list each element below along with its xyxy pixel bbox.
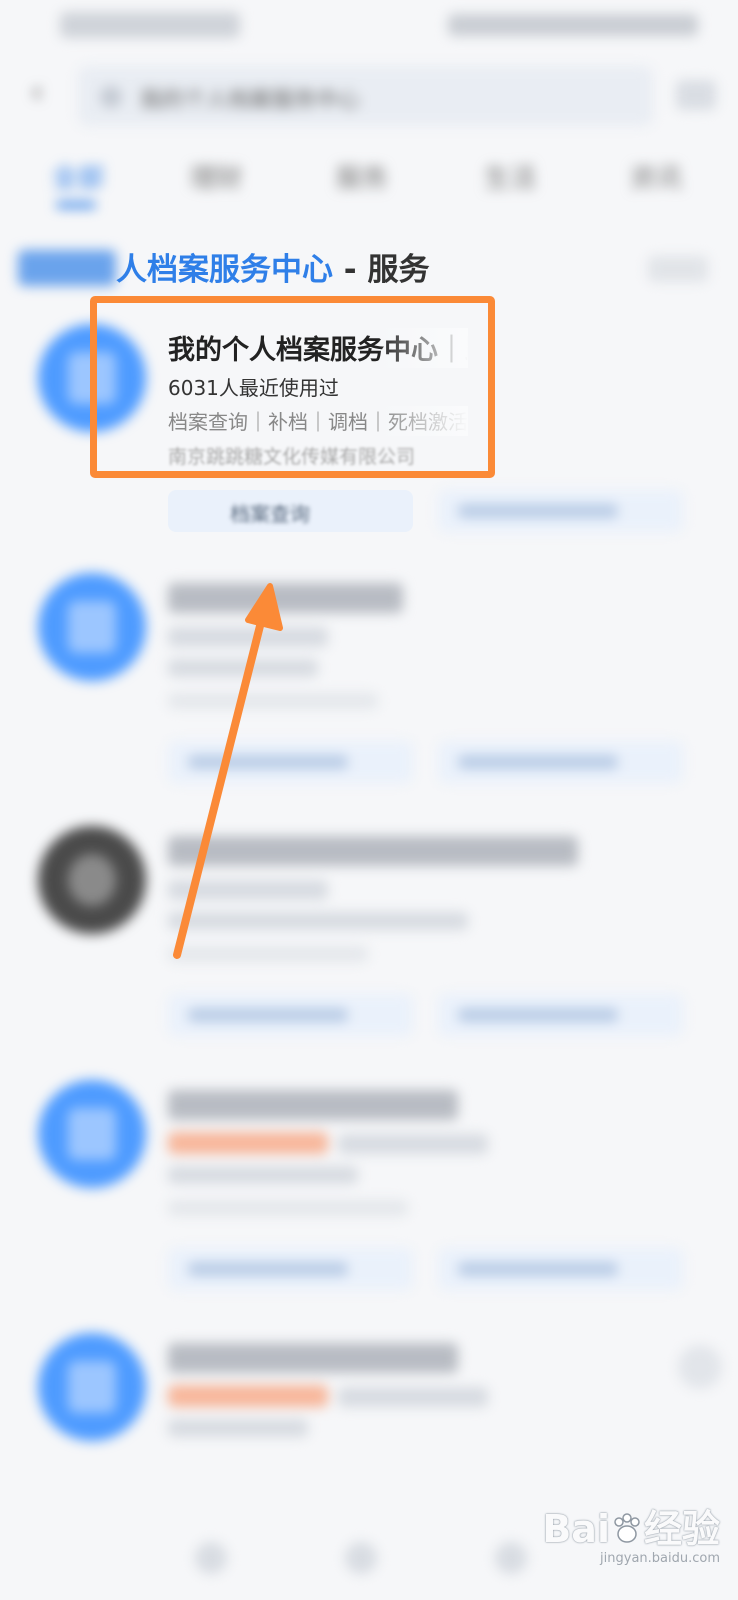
nav-icon[interactable] <box>345 1542 377 1574</box>
section-title-suffix: - 服务 <box>333 252 430 288</box>
baidu-jingyan-watermark: Bai 经验 jingyan.baidu.com <box>542 1498 720 1566</box>
primary-action-button[interactable] <box>168 994 413 1036</box>
back-arrow-icon[interactable]: ‹ <box>22 78 52 108</box>
watermark-url: jingyan.baidu.com <box>600 1551 720 1566</box>
result-item-4[interactable] <box>0 1072 738 1322</box>
result-actions <box>168 994 688 1036</box>
result-tags-placeholder <box>168 912 468 930</box>
archive-query-button[interactable]: 档案查询 <box>168 490 413 532</box>
result-actions <box>168 741 688 783</box>
result-usage-placeholder <box>168 880 328 900</box>
result-company-placeholder <box>168 946 368 962</box>
result-usage-placeholder <box>338 1134 488 1154</box>
result-title-placeholder <box>168 836 578 866</box>
section-header: 人档案服务中心 - 服务 <box>18 244 718 294</box>
search-button[interactable] <box>676 80 716 110</box>
secondary-action-button[interactable] <box>438 994 683 1036</box>
highlight-annotation-box <box>90 296 495 478</box>
result-actions: 档案查询 <box>168 490 688 532</box>
service-avatar-icon <box>38 573 146 681</box>
result-title-placeholder <box>168 583 403 613</box>
baidu-paw-icon <box>610 1511 644 1545</box>
result-tags-placeholder <box>168 659 318 677</box>
result-tags-placeholder <box>168 1419 308 1437</box>
status-bar-left <box>60 12 240 38</box>
section-title-highlight: 人档案服务中心 <box>116 252 333 288</box>
section-title-prefix <box>18 250 116 286</box>
service-avatar-icon <box>38 1333 146 1441</box>
result-item-3[interactable] <box>0 818 738 1068</box>
watermark-brand: Bai 经验 <box>542 1507 720 1551</box>
secondary-action-button[interactable] <box>438 1248 683 1290</box>
primary-action-button[interactable] <box>168 741 413 783</box>
status-bar-right <box>448 14 698 36</box>
search-results-screen: { "search": { "query_text": "我的个人档案服务中心"… <box>0 0 738 1600</box>
result-tags-placeholder <box>168 1166 358 1184</box>
result-item-2[interactable] <box>0 565 738 815</box>
tab-finance[interactable]: 理财 <box>190 158 242 195</box>
tab-active-indicator <box>56 202 96 208</box>
primary-action-button[interactable] <box>168 1248 413 1290</box>
search-query-text: 我的个人档案服务中心 <box>140 88 361 113</box>
result-title-placeholder <box>168 1343 458 1373</box>
search-row: ‹ 我的个人档案服务中心 <box>0 60 738 134</box>
service-avatar-icon <box>38 826 146 934</box>
result-actions <box>168 1248 688 1290</box>
scroll-top-button[interactable] <box>678 1345 722 1389</box>
tab-all[interactable]: 全部 <box>52 158 104 195</box>
result-badge-placeholder <box>168 1132 328 1154</box>
secondary-action-button[interactable] <box>438 741 683 783</box>
service-avatar-icon <box>38 1080 146 1188</box>
result-badge-placeholder <box>168 1385 328 1407</box>
archive-query-label: 档案查询 <box>230 502 310 526</box>
category-tabs: 全部 理财 服务 生活 资讯 <box>0 144 738 214</box>
tab-services[interactable]: 服务 <box>336 158 388 195</box>
nav-icon[interactable] <box>195 1542 227 1574</box>
section-more-link[interactable] <box>648 256 708 282</box>
status-bar <box>0 0 738 56</box>
secondary-action-button[interactable] <box>438 490 683 532</box>
search-input[interactable]: 我的个人档案服务中心 <box>78 66 653 126</box>
result-company-placeholder <box>168 693 378 709</box>
tab-news[interactable]: 资讯 <box>630 158 682 195</box>
result-usage-placeholder <box>338 1387 488 1407</box>
nav-icon[interactable] <box>495 1542 527 1574</box>
search-icon <box>100 86 122 108</box>
result-title-placeholder <box>168 1090 458 1120</box>
tab-life[interactable]: 生活 <box>484 158 536 195</box>
section-title: 人档案服务中心 - 服务 <box>116 244 429 289</box>
result-company-placeholder <box>168 1200 408 1216</box>
result-usage-placeholder <box>168 627 328 647</box>
